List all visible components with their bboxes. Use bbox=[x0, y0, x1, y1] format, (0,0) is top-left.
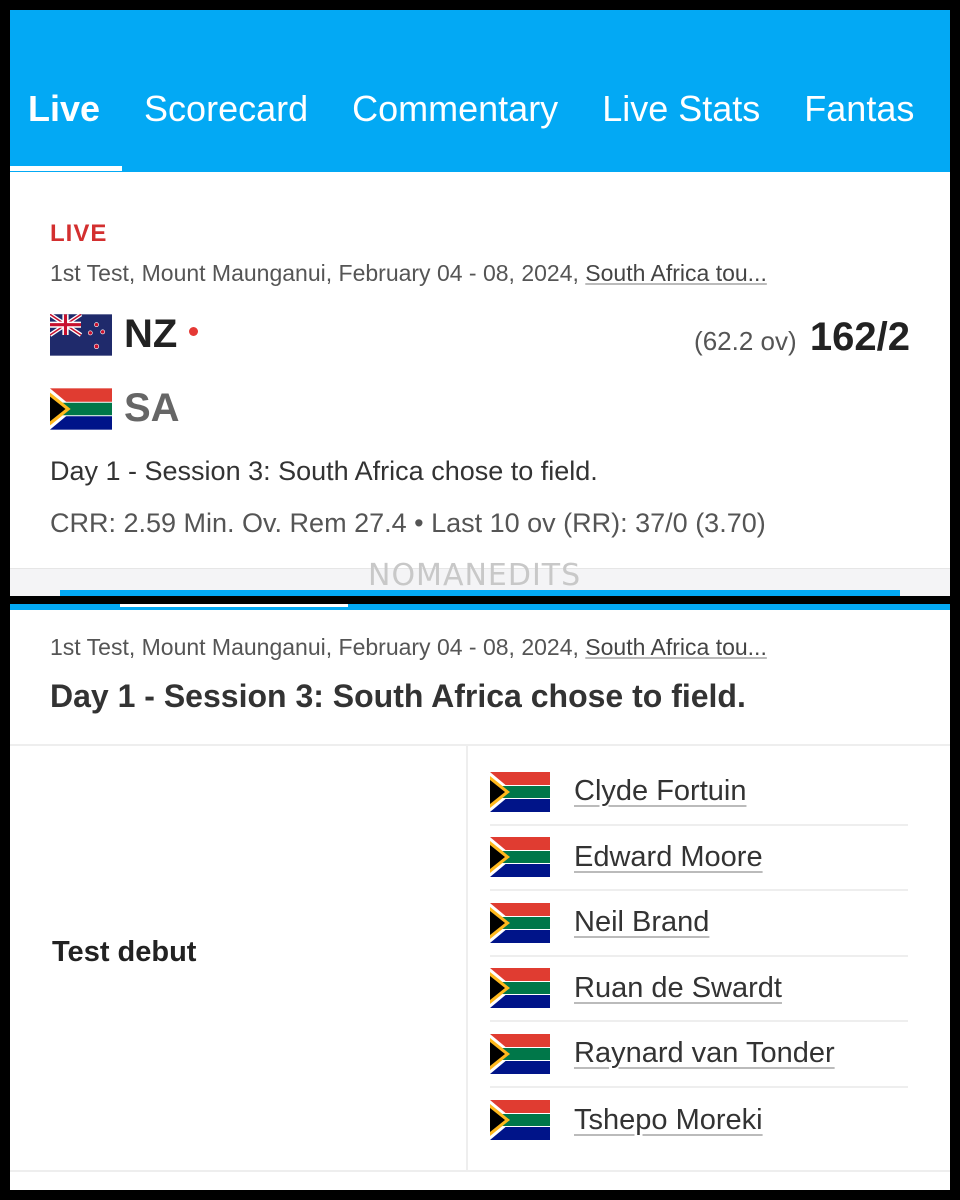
match-info: 1st Test, Mount Maunganui, February 04 -… bbox=[50, 260, 579, 286]
team-abbr: SA bbox=[124, 386, 180, 430]
new-zealand-flag-icon bbox=[50, 313, 112, 356]
south-africa-flag-icon bbox=[490, 837, 550, 878]
nz-score: (62.2 ov) 162/2 bbox=[694, 315, 910, 360]
player-item: Ruan de Swardt bbox=[490, 957, 908, 1022]
player-item: Tshepo Moreki bbox=[490, 1088, 908, 1154]
south-africa-flag-icon bbox=[490, 771, 550, 812]
player-item: Neil Brand bbox=[490, 891, 908, 957]
south-africa-flag-icon bbox=[490, 968, 550, 1009]
tab-live-stats[interactable]: Live Stats bbox=[602, 88, 760, 130]
team-nz[interactable]: NZ bbox=[50, 312, 199, 357]
label-cell: Test debut bbox=[10, 746, 468, 1170]
player-link[interactable]: Tshepo Moreki bbox=[574, 1104, 763, 1137]
match-status-title: Day 1 - Session 3: South Africa chose to… bbox=[50, 678, 746, 714]
match-meta: 1st Test, Mount Maunganui, February 04 -… bbox=[50, 260, 767, 287]
runs-wickets: 162/2 bbox=[809, 315, 910, 359]
player-item: Edward Moore bbox=[490, 826, 908, 891]
debut-table: Test debut Clyde Fortuin Edward Moore Ne… bbox=[10, 744, 950, 1172]
south-africa-flag-icon bbox=[50, 387, 112, 430]
south-africa-flag-icon bbox=[490, 1033, 550, 1074]
match-status-text: Day 1 - Session 3: South Africa chose to… bbox=[50, 456, 598, 486]
batting-indicator bbox=[189, 327, 199, 336]
team-abbr: NZ bbox=[124, 312, 178, 356]
watermark: NOMANEDITS bbox=[368, 558, 582, 593]
active-tab-indicator bbox=[10, 166, 122, 171]
tab-bar-edge bbox=[10, 604, 950, 610]
tab-live[interactable]: Live bbox=[28, 88, 100, 130]
live-panel: Live Scorecard Commentary Live Stats Fan… bbox=[10, 10, 950, 596]
south-africa-flag-icon bbox=[490, 1100, 550, 1141]
player-link[interactable]: Neil Brand bbox=[574, 906, 709, 939]
south-africa-flag-icon bbox=[490, 902, 550, 943]
match-meta: 1st Test, Mount Maunganui, February 04 -… bbox=[50, 634, 767, 661]
tab-bar: Live Scorecard Commentary Live Stats Fan… bbox=[10, 10, 950, 172]
tab-commentary[interactable]: Commentary bbox=[352, 88, 558, 130]
player-item: Clyde Fortuin bbox=[490, 760, 908, 826]
active-tab-indicator bbox=[120, 604, 348, 607]
tab-fantasy[interactable]: Fantas bbox=[804, 88, 914, 130]
player-link[interactable]: Raynard van Tonder bbox=[574, 1037, 835, 1070]
player-link[interactable]: Ruan de Swardt bbox=[574, 972, 782, 1005]
player-link[interactable]: Clyde Fortuin bbox=[574, 775, 746, 808]
series-link[interactable]: South Africa tou... bbox=[585, 634, 767, 660]
player-item: Raynard van Tonder bbox=[490, 1022, 908, 1088]
live-badge: LIVE bbox=[50, 220, 108, 247]
player-list: Clyde Fortuin Edward Moore Neil Brand Ru… bbox=[490, 760, 908, 1153]
match-details-panel: 1st Test, Mount Maunganui, February 04 -… bbox=[10, 604, 950, 1190]
match-info: 1st Test, Mount Maunganui, February 04 -… bbox=[50, 634, 579, 660]
team-sa[interactable]: SA bbox=[50, 386, 180, 431]
player-link[interactable]: Edward Moore bbox=[574, 841, 763, 874]
test-debut-label: Test debut bbox=[52, 936, 197, 968]
run-rates: CRR: 2.59 Min. Ov. Rem 27.4 • Last 10 ov… bbox=[50, 508, 766, 538]
tab-scorecard[interactable]: Scorecard bbox=[144, 88, 308, 130]
series-link[interactable]: South Africa tou... bbox=[585, 260, 767, 286]
overs: (62.2 ov) bbox=[694, 326, 797, 356]
